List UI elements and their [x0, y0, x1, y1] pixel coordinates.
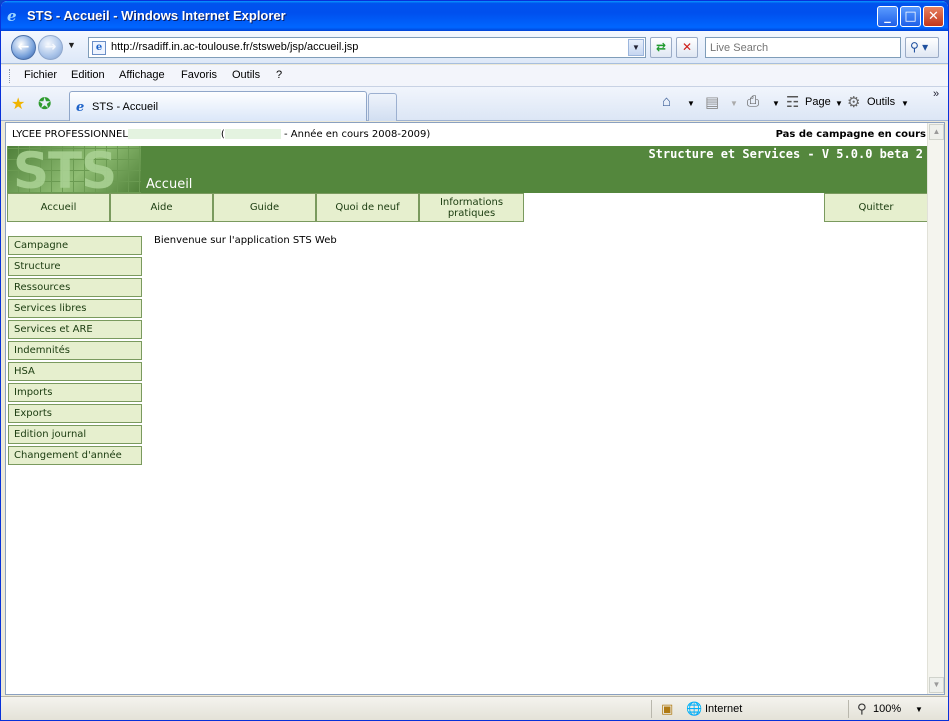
menu-favoris[interactable]: Favoris — [181, 69, 217, 81]
gear-icon[interactable]: ⚙ — [847, 93, 860, 111]
zoom-icon[interactable]: ⚲ — [857, 701, 867, 717]
tab-label: STS - Accueil — [92, 101, 159, 113]
nav-informations-pratiques[interactable]: Informations pratiques — [419, 193, 524, 222]
header-banner: STS Accueil Structure et Services - V 5.… — [7, 142, 927, 200]
tools-menu-dropdown[interactable]: ▼ — [901, 99, 909, 108]
new-tab-button[interactable] — [368, 93, 397, 121]
side-item-indemnites[interactable]: Indemnités — [8, 341, 142, 360]
toolbar-grip — [9, 69, 11, 83]
menu-outils[interactable]: Outils — [232, 69, 260, 81]
logo-text: STS — [13, 142, 117, 200]
menu-fichier[interactable]: Fichier — [24, 69, 57, 81]
side-item-imports[interactable]: Imports — [8, 383, 142, 402]
page-menu-icon[interactable]: ☶ — [786, 93, 799, 111]
home-dropdown[interactable]: ▼ — [687, 99, 695, 108]
back-button[interactable]: ← — [11, 35, 36, 60]
minimize-button[interactable]: _ — [877, 6, 898, 27]
side-item-changement-annee[interactable]: Changement d'année — [8, 446, 142, 465]
side-item-structure[interactable]: Structure — [8, 257, 142, 276]
page-menu[interactable]: Page — [805, 96, 831, 108]
scroll-up-icon[interactable]: ▲ — [929, 124, 944, 140]
school-info: LYCEE PROFESSIONNEL( - Année en cours 20… — [12, 129, 431, 140]
side-item-exports[interactable]: Exports — [8, 404, 142, 423]
close-button[interactable]: ✕ — [923, 6, 944, 27]
status-separator — [651, 700, 652, 718]
menu-bar: Fichier Edition Affichage Favoris Outils… — [1, 65, 948, 87]
add-favorites-icon[interactable]: ✪ — [38, 94, 51, 114]
ie-page-icon: e — [76, 100, 85, 115]
scroll-down-icon[interactable]: ▼ — [929, 677, 944, 693]
status-separator — [848, 700, 849, 718]
app-version: Structure et Services - V 5.0.0 beta 2 — [648, 147, 923, 161]
school-year: - Année en cours 2008-2009) — [283, 129, 431, 140]
side-item-hsa[interactable]: HSA — [8, 362, 142, 381]
menu-edition[interactable]: Edition — [71, 69, 105, 81]
forward-button[interactable]: → — [38, 35, 63, 60]
favorites-star-icon[interactable]: ★ — [11, 94, 25, 114]
side-menu: Campagne Structure Ressources Services l… — [8, 236, 142, 467]
menu-affichage[interactable]: Affichage — [119, 69, 165, 81]
nav-guide[interactable]: Guide — [213, 193, 316, 222]
vertical-scrollbar[interactable]: ▲ ▼ — [927, 123, 944, 694]
home-icon[interactable]: ⌂ — [662, 93, 671, 110]
nav-quoi-de-neuf[interactable]: Quoi de neuf — [316, 193, 419, 222]
protected-mode-icon: ▣ — [661, 701, 674, 716]
feeds-dropdown[interactable]: ▼ — [730, 99, 738, 108]
refresh-button[interactable]: ⇄ — [650, 37, 672, 58]
globe-icon: 🌐 — [686, 701, 703, 716]
maximize-button[interactable]: □ — [900, 6, 921, 27]
address-dropdown[interactable]: ▼ — [628, 39, 644, 56]
top-navigation: Accueil Aide Guide Quoi de neuf Informat… — [7, 193, 928, 222]
chevron-more-icon[interactable]: » — [933, 88, 939, 100]
welcome-message: Bienvenue sur l'application STS Web — [154, 235, 337, 246]
zoom-dropdown[interactable]: ▼ — [915, 705, 923, 714]
page-title: Accueil — [146, 177, 193, 192]
tab-sts-accueil[interactable]: e STS - Accueil — [69, 91, 367, 121]
redacted-school-name — [127, 129, 221, 139]
recent-pages-dropdown[interactable]: ▼ — [67, 40, 76, 50]
side-item-services-et-are[interactable]: Services et ARE — [8, 320, 142, 339]
school-type: LYCEE PROFESSIONNEL — [12, 129, 128, 140]
security-zone: Internet — [705, 703, 743, 715]
campaign-status: Pas de campagne en cours — [775, 129, 926, 140]
browser-window: e STS - Accueil - Windows Internet Explo… — [0, 0, 949, 721]
stop-button[interactable]: ✕ — [676, 37, 698, 58]
tools-menu[interactable]: Outils — [867, 96, 895, 108]
search-icon: ⚲ — [910, 40, 919, 54]
search-input[interactable] — [705, 37, 901, 58]
side-item-campagne[interactable]: Campagne — [8, 236, 142, 255]
page-icon: e — [92, 41, 106, 55]
side-item-edition-journal[interactable]: Edition journal — [8, 425, 142, 444]
window-title: STS - Accueil - Windows Internet Explore… — [27, 8, 286, 23]
address-toolbar: ← → ▼ e http://rsadiff.in.ac-toulouse.fr… — [1, 31, 948, 64]
feeds-icon[interactable]: ▤ — [705, 93, 719, 111]
tab-bar: ★ ✪ e STS - Accueil ⌂ ▼ ▤ ▼ ⎙ ▼ ☶ Page ▼… — [1, 87, 948, 121]
sts-logo: STS — [7, 142, 141, 200]
print-dropdown[interactable]: ▼ — [772, 99, 780, 108]
side-item-ressources[interactable]: Ressources — [8, 278, 142, 297]
menu-help[interactable]: ? — [276, 69, 282, 81]
side-item-services-libres[interactable]: Services libres — [8, 299, 142, 318]
status-bar: ▣ 🌐 Internet ⚲ 100% ▼ — [1, 696, 948, 720]
zoom-level[interactable]: 100% — [873, 703, 901, 715]
url-text: http://rsadiff.in.ac-toulouse.fr/stsweb/… — [111, 41, 359, 53]
address-bar[interactable]: e http://rsadiff.in.ac-toulouse.fr/stswe… — [88, 37, 646, 58]
redacted-school-code — [224, 129, 281, 139]
print-icon[interactable]: ⎙ — [747, 93, 759, 110]
page-viewport: LYCEE PROFESSIONNEL( - Année en cours 20… — [5, 122, 945, 695]
page-menu-dropdown[interactable]: ▼ — [835, 99, 843, 108]
ie-logo-icon: e — [7, 7, 17, 25]
title-bar: e STS - Accueil - Windows Internet Explo… — [1, 1, 948, 31]
search-button[interactable]: ⚲ ▾ — [905, 37, 939, 58]
nav-accueil[interactable]: Accueil — [7, 193, 110, 222]
nav-quitter[interactable]: Quitter — [824, 193, 928, 222]
nav-aide[interactable]: Aide — [110, 193, 213, 222]
